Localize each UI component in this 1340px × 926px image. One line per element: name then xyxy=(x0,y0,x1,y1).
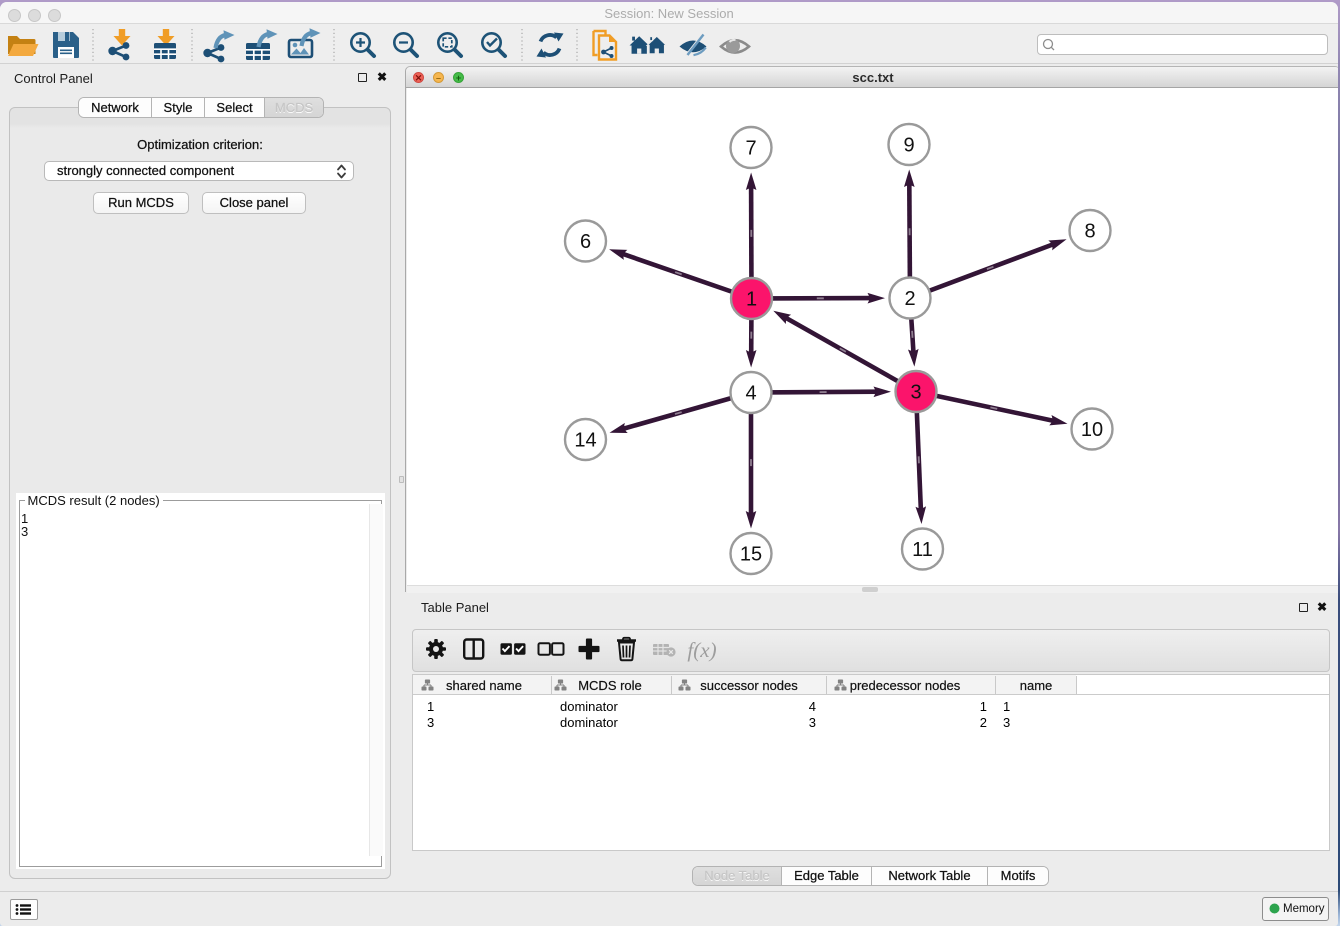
svg-text:1: 1 xyxy=(745,288,756,310)
svg-text:8: 8 xyxy=(1084,220,1095,242)
svg-text:10: 10 xyxy=(1080,419,1102,441)
svg-text:9: 9 xyxy=(903,134,914,156)
svg-text:7: 7 xyxy=(745,137,756,159)
svg-text:3: 3 xyxy=(910,381,921,403)
svg-text:f(x): f(x) xyxy=(687,638,716,662)
svg-text:14: 14 xyxy=(574,429,596,451)
svg-text:6: 6 xyxy=(579,231,590,253)
svg-text:11: 11 xyxy=(912,539,933,561)
svg-text:2: 2 xyxy=(904,288,915,310)
svg-text:15: 15 xyxy=(739,543,761,565)
svg-text:4: 4 xyxy=(745,382,756,404)
